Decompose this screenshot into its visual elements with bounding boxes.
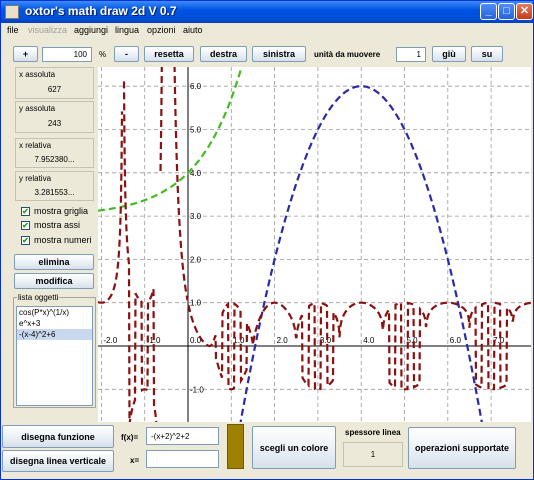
x-relative-box: x relativa 7.952380...: [15, 138, 94, 168]
draw-function-button[interactable]: disegna funzione: [2, 425, 114, 448]
x-tick-label: 4.0: [363, 336, 375, 345]
object-list-panel: lista oggetti cos(P*x)^(1/x) e^x+3 -(x-4…: [13, 293, 96, 408]
draw-vertical-line-button[interactable]: disegna linea verticale: [2, 450, 114, 472]
show-axes-checkbox[interactable]: ✔ mostra assi: [21, 220, 80, 230]
y-relative-value: 3.281553...: [34, 188, 75, 197]
app-icon: [5, 5, 19, 19]
current-color-swatch: [227, 424, 244, 469]
y-tick-label: 6.0: [190, 82, 202, 91]
move-down-button[interactable]: giù: [432, 46, 466, 62]
function-input[interactable]: -(x+2)^2+2: [146, 427, 219, 445]
function-graph: -2.0-1.00.01.02.03.04.05.06.07.07.06.05.…: [98, 67, 531, 422]
x-relative-value: 7.952380...: [34, 155, 75, 164]
edit-button[interactable]: modifica: [14, 273, 94, 289]
show-grid-label: mostra griglia: [34, 206, 89, 216]
zoom-input[interactable]: 100: [42, 47, 92, 62]
y-tick-label: -1.0: [190, 385, 204, 394]
checkmark-icon: ✔: [21, 220, 30, 230]
move-up-button[interactable]: su: [471, 46, 503, 62]
list-item-selected[interactable]: -(x-4)^2+6: [17, 329, 92, 340]
y-absolute-box: y assoluta 243: [15, 101, 94, 133]
supported-operations-button[interactable]: operazioni supportate: [408, 427, 516, 469]
line-width-value[interactable]: 1: [343, 442, 403, 467]
reset-button[interactable]: resetta: [144, 46, 194, 62]
object-list[interactable]: cos(P*x)^(1/x) e^x+3 -(x-4)^2+6: [16, 306, 93, 406]
y-relative-label: y relativa: [19, 174, 52, 183]
delete-button[interactable]: elimina: [14, 254, 94, 270]
line-width-label: spessore linea: [345, 428, 401, 437]
function-curve: [98, 67, 531, 422]
menu-file[interactable]: file: [7, 25, 19, 35]
object-list-title: lista oggetti: [17, 293, 60, 302]
menu-visualizza: visualizza: [28, 25, 68, 35]
x-equals-label: x=: [130, 456, 140, 465]
x-tick-label: -2.0: [103, 336, 117, 345]
zoom-in-button[interactable]: +: [13, 46, 38, 62]
y-tick-label: 2.0: [190, 255, 202, 264]
show-grid-checkbox[interactable]: ✔ mostra griglia: [21, 206, 88, 216]
units-label: unità da muovere: [314, 50, 381, 59]
x-relative-label: x relativa: [19, 141, 52, 150]
close-button[interactable]: ✕: [516, 3, 533, 20]
x-tick-label: 2.0: [277, 336, 289, 345]
checkmark-icon: ✔: [21, 206, 30, 216]
move-left-button[interactable]: sinistra: [252, 46, 306, 62]
y-relative-box: y relativa 3.281553...: [15, 171, 94, 201]
y-tick-label: 1.0: [190, 299, 202, 308]
checkmark-icon: ✔: [21, 235, 30, 245]
title-bar[interactable]: oxtor's math draw 2d V 0.7 _ □ ✕: [1, 1, 533, 23]
x-absolute-value: 627: [47, 85, 62, 94]
zoom-out-button[interactable]: -: [114, 46, 139, 62]
list-item[interactable]: cos(P*x)^(1/x): [17, 307, 92, 318]
fx-label: f(x)=: [121, 433, 139, 442]
move-right-button[interactable]: destra: [200, 46, 247, 62]
x-absolute-label: x assoluta: [19, 70, 56, 79]
show-numbers-checkbox[interactable]: ✔ mostra numeri: [21, 235, 92, 245]
show-axes-label: mostra assi: [34, 220, 81, 230]
y-absolute-value: 243: [47, 119, 62, 128]
y-tick-label: 5.0: [190, 126, 202, 135]
vertical-x-input[interactable]: [146, 450, 219, 468]
app-window: oxtor's math draw 2d V 0.7 _ □ ✕ file vi…: [0, 0, 534, 480]
x-tick-label: 6.0: [450, 336, 462, 345]
choose-color-button[interactable]: scegli un colore: [252, 426, 336, 469]
menu-lingua[interactable]: lingua: [115, 25, 139, 35]
x-absolute-box: x assoluta 627: [15, 67, 94, 99]
maximize-button[interactable]: □: [498, 3, 515, 20]
menu-opzioni[interactable]: opzioni: [147, 25, 176, 35]
menu-aiuto[interactable]: aiuto: [183, 25, 203, 35]
y-absolute-label: y assoluta: [19, 104, 56, 113]
menu-aggiungi[interactable]: aggiungi: [74, 25, 108, 35]
y-tick-label: 3.0: [190, 212, 202, 221]
minimize-button[interactable]: _: [480, 3, 497, 20]
menu-bar: file visualizza aggiungi lingua opzioni …: [1, 23, 533, 39]
window-title: oxtor's math draw 2d V 0.7: [25, 4, 177, 18]
show-numbers-label: mostra numeri: [34, 235, 92, 245]
plot-canvas[interactable]: -2.0-1.00.01.02.03.04.05.06.07.07.06.05.…: [98, 67, 531, 422]
list-item[interactable]: e^x+3: [17, 318, 92, 329]
units-input[interactable]: 1: [396, 47, 426, 62]
zoom-unit: %: [99, 50, 107, 59]
